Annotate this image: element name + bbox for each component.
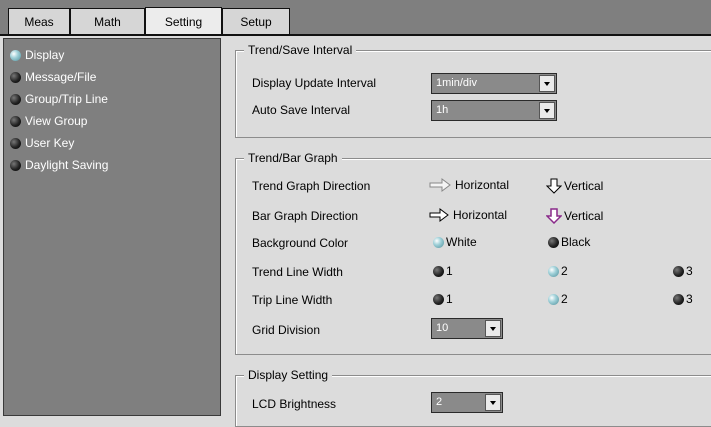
sidebar-item-daylight-saving[interactable]: Daylight Saving	[10, 156, 108, 174]
sidebar-item-message-file[interactable]: Message/File	[10, 68, 96, 86]
grid-division-select[interactable]: 10	[431, 318, 503, 339]
display-setting-group: Display Setting LCD Brightness 2	[235, 368, 711, 427]
tab-math[interactable]: Math	[70, 8, 145, 34]
chevron-down-icon[interactable]	[539, 75, 555, 92]
radio-icon	[433, 265, 444, 277]
trend-save-interval-group: Trend/Save Interval Display Update Inter…	[235, 43, 711, 138]
trend-direction-horizontal-option[interactable]: Horizontal	[429, 178, 509, 192]
bar-direction-horizontal-option[interactable]: Horizontal	[429, 208, 507, 222]
select-value: 1min/div	[436, 77, 477, 89]
tab-label: Setup	[240, 14, 272, 29]
tab-divider	[0, 34, 711, 36]
option-label: 1	[446, 292, 453, 306]
chevron-down-icon[interactable]	[539, 102, 555, 119]
background-black-option[interactable]: Black	[548, 235, 590, 249]
select-value: 2	[436, 396, 443, 408]
option-label: Black	[561, 235, 591, 249]
radio-icon	[433, 293, 444, 305]
group-title: Trend/Save Interval	[244, 43, 357, 57]
sidebar-item-label: Daylight Saving	[25, 158, 109, 172]
trend-bar-graph-group: Trend/Bar Graph Trend Graph Direction Ho…	[235, 151, 711, 355]
option-label: White	[446, 235, 477, 249]
radio-icon	[673, 293, 684, 305]
sidebar-item-label: User Key	[25, 136, 75, 150]
trend-direction-vertical-option[interactable]: Vertical	[546, 178, 603, 194]
radio-selected-icon	[548, 293, 559, 305]
trend-width-1-option[interactable]: 1	[433, 264, 453, 278]
bar-direction-vertical-option[interactable]: Vertical	[546, 208, 603, 224]
display-update-interval-label: Display Update Interval	[252, 76, 377, 90]
radio-icon	[10, 71, 21, 83]
group-title: Display Setting	[244, 368, 333, 382]
radio-selected-icon	[548, 265, 559, 277]
trip-width-3-option[interactable]: 3	[673, 292, 693, 306]
tab-setting[interactable]: Setting	[145, 7, 222, 35]
tab-label: Meas	[24, 14, 54, 29]
bar-graph-direction-label: Bar Graph Direction	[252, 209, 359, 223]
background-color-label: Background Color	[252, 236, 349, 250]
chevron-down-icon[interactable]	[485, 394, 501, 411]
radio-icon	[673, 265, 684, 277]
radio-selected-icon	[433, 236, 444, 248]
sidebar-item-display[interactable]: Display	[10, 46, 64, 64]
arrow-right-icon	[429, 208, 449, 222]
trend-width-3-option[interactable]: 3	[673, 264, 693, 278]
display-update-interval-select[interactable]: 1min/div	[431, 73, 557, 94]
chevron-down-icon[interactable]	[485, 320, 501, 337]
option-label: Horizontal	[455, 178, 510, 192]
option-label: 3	[686, 264, 693, 278]
auto-save-interval-label: Auto Save Interval	[252, 103, 351, 117]
settings-panel: Trend/Save Interval Display Update Inter…	[224, 38, 711, 427]
trend-graph-direction-label: Trend Graph Direction	[252, 179, 371, 193]
background-white-option[interactable]: White	[433, 235, 477, 249]
option-label: 2	[561, 264, 568, 278]
radio-icon	[10, 115, 21, 127]
trend-line-width-label: Trend Line Width	[252, 265, 343, 279]
option-label: Vertical	[564, 209, 604, 223]
option-label: Horizontal	[453, 208, 508, 222]
radio-icon	[10, 93, 21, 105]
option-label: Vertical	[564, 179, 604, 193]
sidebar-item-user-key[interactable]: User Key	[10, 134, 74, 152]
option-label: 3	[686, 292, 693, 306]
sidebar-item-label: Group/Trip Line	[25, 92, 108, 106]
sidebar-item-label: View Group	[25, 114, 88, 128]
tab-label: Math	[94, 14, 121, 29]
option-label: 1	[446, 264, 453, 278]
radio-selected-icon	[10, 49, 21, 61]
grid-division-label: Grid Division	[252, 323, 321, 337]
sidebar-item-label: Message/File	[25, 70, 97, 84]
tab-label: Setting	[164, 14, 203, 29]
trip-line-width-label: Trip Line Width	[252, 293, 333, 307]
trip-width-2-option[interactable]: 2	[548, 292, 568, 306]
sidebar-item-label: Display	[25, 48, 65, 62]
radio-icon	[548, 236, 559, 248]
arrow-down-icon	[546, 208, 562, 224]
group-title: Trend/Bar Graph	[244, 151, 342, 165]
arrow-right-icon	[429, 178, 451, 192]
sidebar-item-group-trip-line[interactable]: Group/Trip Line	[10, 90, 108, 108]
select-value: 10	[436, 322, 449, 334]
trend-width-2-option[interactable]: 2	[548, 264, 568, 278]
lcd-brightness-select[interactable]: 2	[431, 392, 503, 413]
select-value: 1h	[436, 104, 449, 116]
option-label: 2	[561, 292, 568, 306]
trip-width-1-option[interactable]: 1	[433, 292, 453, 306]
sidebar-item-view-group[interactable]: View Group	[10, 112, 87, 130]
tab-setup[interactable]: Setup	[222, 8, 290, 34]
lcd-brightness-label: LCD Brightness	[252, 397, 337, 411]
radio-icon	[10, 137, 21, 149]
sidebar: Display Message/File Group/Trip Line Vie…	[3, 38, 221, 416]
radio-icon	[10, 159, 21, 171]
tab-meas[interactable]: Meas	[8, 8, 70, 34]
auto-save-interval-select[interactable]: 1h	[431, 100, 557, 121]
arrow-down-icon	[546, 178, 562, 194]
